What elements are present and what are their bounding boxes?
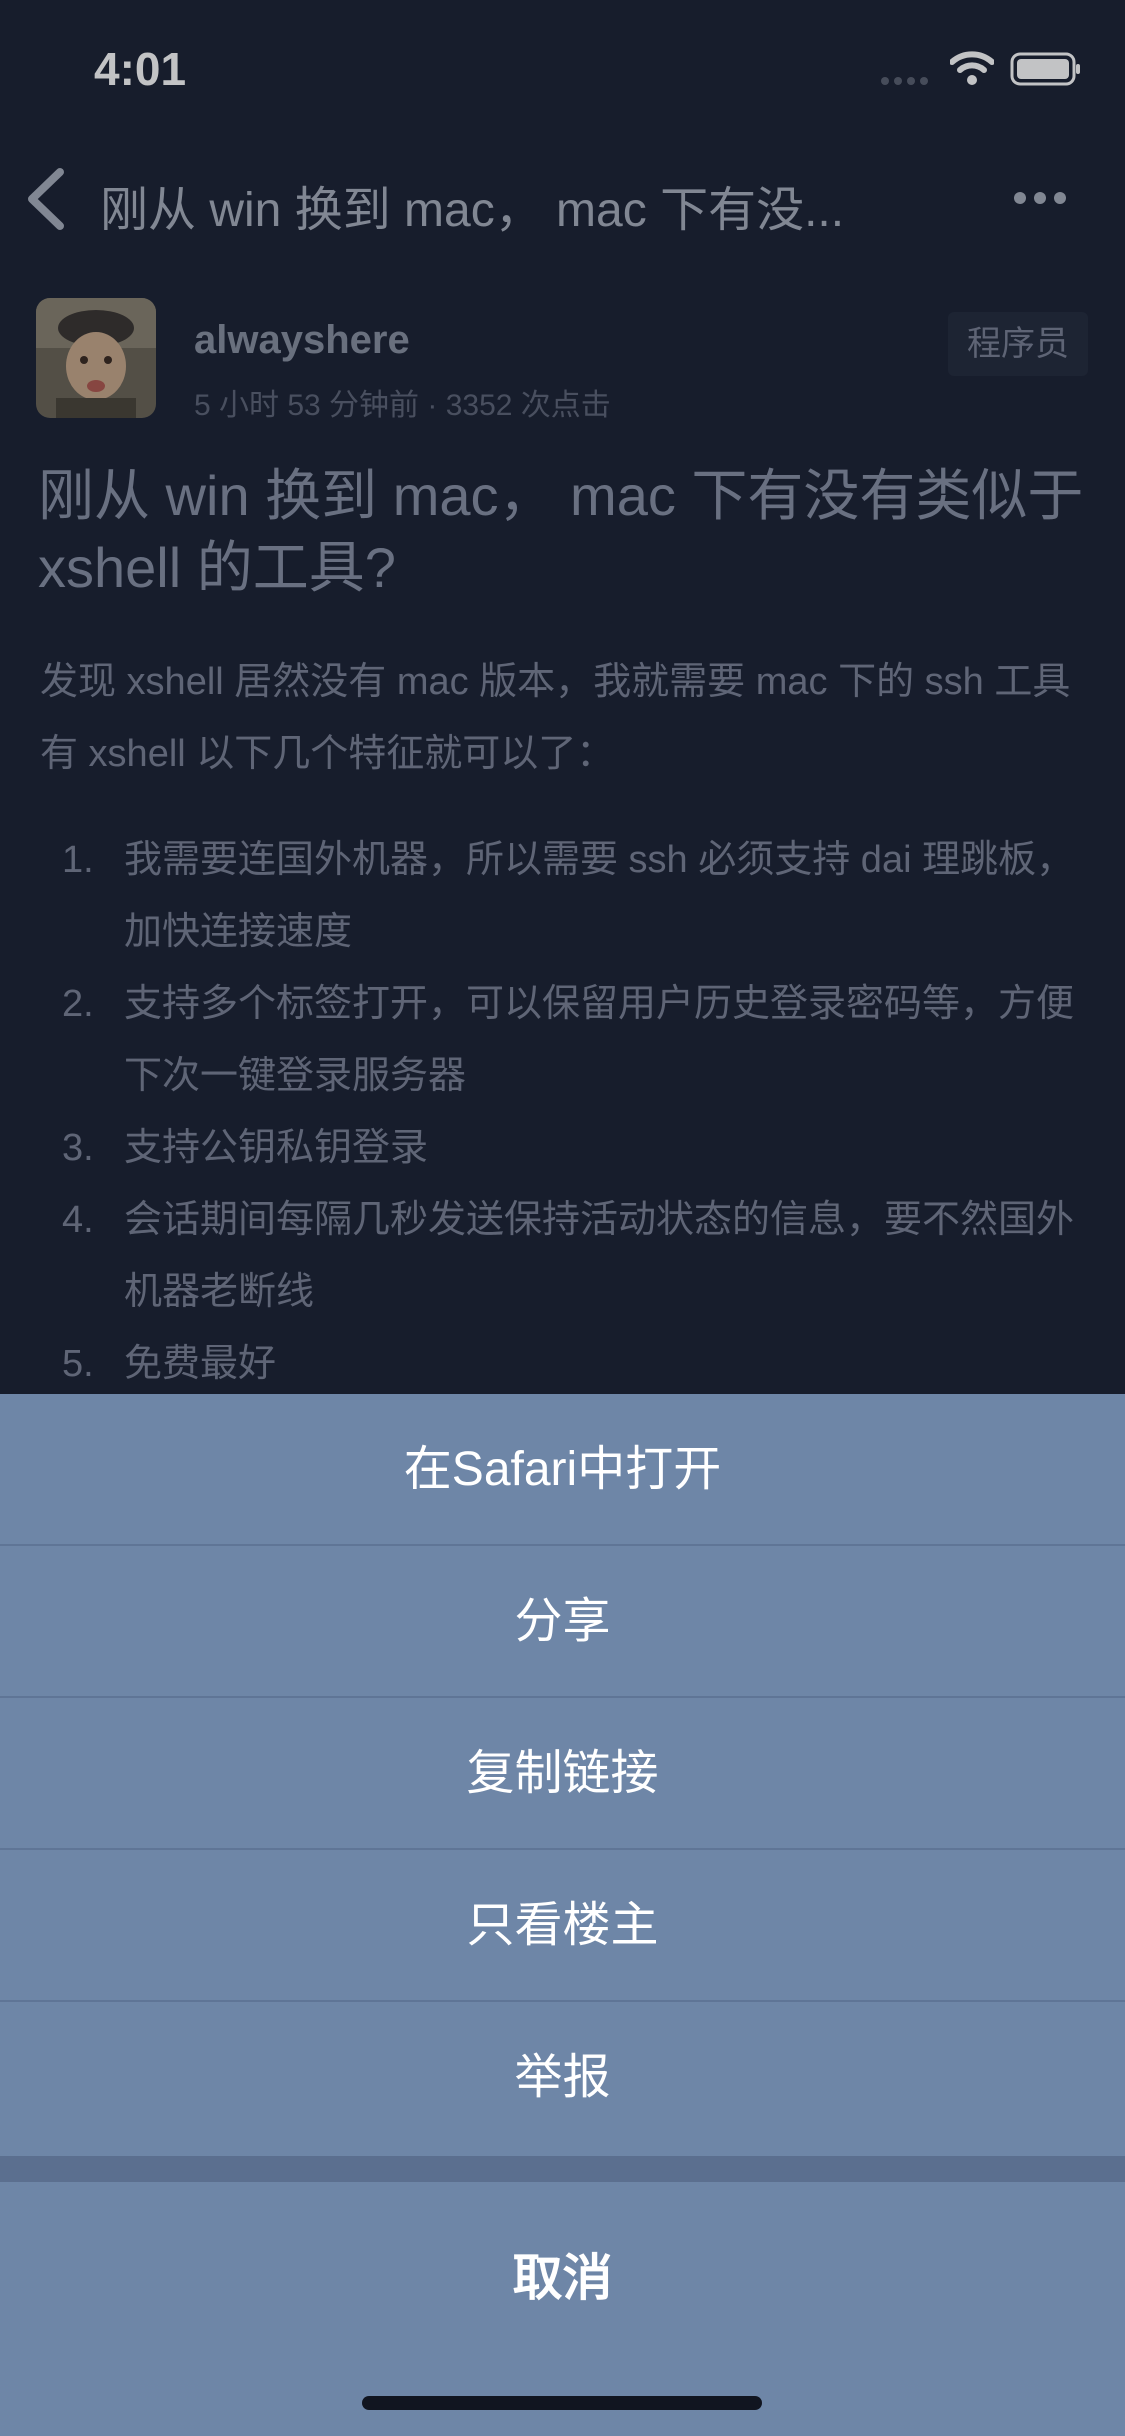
action-sheet: 在Safari中打开 分享 复制链接 只看楼主 举报 取消 [0, 1394, 1125, 2436]
share-button[interactable]: 分享 [0, 1546, 1125, 1698]
author-only-button[interactable]: 只看楼主 [0, 1850, 1125, 2002]
cancel-button[interactable]: 取消 [0, 2182, 1125, 2374]
open-in-safari-button[interactable]: 在Safari中打开 [0, 1394, 1125, 1546]
sheet-separator [0, 2156, 1125, 2182]
report-button[interactable]: 举报 [0, 2002, 1125, 2154]
home-indicator[interactable] [362, 2396, 762, 2410]
copy-link-button[interactable]: 复制链接 [0, 1698, 1125, 1850]
